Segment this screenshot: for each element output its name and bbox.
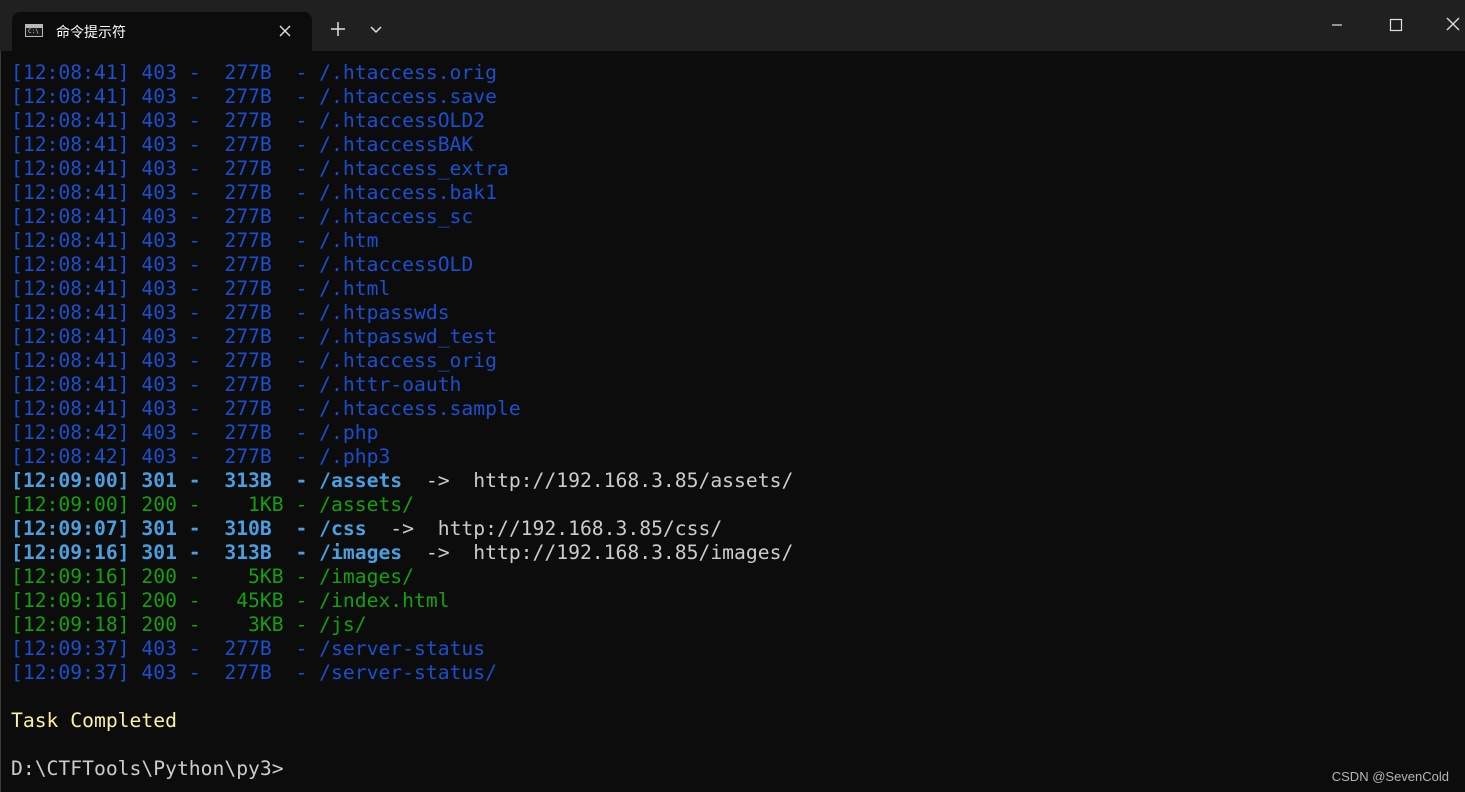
command-prompt[interactable]: D:\CTFTools\Python\py3> (11, 757, 284, 781)
log-line-text: [12:08:41] 403 - 277B - /.htpasswds (11, 301, 450, 324)
terminal-window: 命令提示符 (0, 0, 1465, 792)
log-line-403: [12:08:41] 403 - 277B - /.httr-oauth (11, 373, 461, 397)
log-line-text: [12:09:16] 200 - 45KB - /index.html (11, 589, 450, 612)
chevron-down-icon (370, 26, 382, 34)
log-line-403: [12:08:41] 403 - 277B - /.htpasswd_test (11, 325, 497, 349)
log-line-text: [12:08:41] 403 - 277B - /.htaccess.save (11, 85, 497, 108)
log-line-301: [12:09:07] 301 - 310B - /css -> http://1… (11, 517, 722, 541)
log-line-200: [12:09:16] 200 - 5KB - /images/ (11, 565, 414, 589)
log-line-403: [12:08:41] 403 - 277B - /.htaccessOLD (11, 253, 473, 277)
log-line-text: [12:08:41] 403 - 277B - /.htaccessOLD (11, 253, 474, 276)
log-line-text: [12:08:41] 403 - 277B - /.htaccess.bak1 (11, 181, 497, 204)
log-line-403: [12:08:41] 403 - 277B - /.htaccess_orig (11, 349, 497, 373)
log-line-200: [12:09:16] 200 - 45KB - /index.html (11, 589, 450, 613)
log-line-403: [12:08:41] 403 - 277B - /.htaccessOLD2 (11, 109, 485, 133)
log-line-text: [12:08:42] 403 - 277B - /.php (11, 421, 379, 444)
log-line-301: [12:09:00] 301 - 313B - /assets -> http:… (11, 469, 793, 493)
log-line-text: [12:08:41] 403 - 277B - /.htaccess.sampl… (11, 397, 521, 420)
tab-close-button[interactable] (274, 20, 296, 42)
close-icon (279, 25, 291, 37)
log-line-text: [12:08:41] 403 - 277B - /.htaccessBAK (11, 133, 474, 156)
log-line-text: [12:08:41] 403 - 277B - /.htpasswd_test (11, 325, 497, 348)
plus-icon (331, 22, 345, 36)
log-line-text: [12:09:00] 301 - 313B - /assets (11, 469, 403, 492)
log-line-text: [12:08:41] 403 - 277B - /.htaccess.orig (11, 61, 497, 84)
log-line-403: [12:08:41] 403 - 277B - /.htaccess.bak1 (11, 181, 497, 205)
tab-dropdown-button[interactable] (364, 17, 388, 41)
log-line-403: [12:09:37] 403 - 277B - /server-status (11, 637, 485, 661)
log-line-text: [12:09:16] 301 - 313B - /images (11, 541, 403, 564)
log-line-403: [12:08:41] 403 - 277B - /.htaccess.orig (11, 61, 497, 85)
title-bar[interactable]: 命令提示符 (0, 0, 1465, 51)
log-line-403: [12:08:41] 403 - 277B - /.htaccessBAK (11, 133, 473, 157)
terminal-icon (25, 24, 43, 37)
log-line-text: [12:09:18] 200 - 3KB - /js/ (11, 613, 367, 636)
redirect-target: -> http://192.168.3.85/images/ (402, 541, 794, 564)
log-line-403: [12:08:41] 403 - 277B - /.html (11, 277, 390, 301)
log-line-text: [12:09:37] 403 - 277B - /server-status (11, 637, 486, 660)
close-icon (1446, 17, 1460, 31)
log-line-301: [12:09:16] 301 - 313B - /images -> http:… (11, 541, 793, 565)
log-line-403: [12:08:41] 403 - 277B - /.htpasswds (11, 301, 450, 325)
log-line-403: [12:08:42] 403 - 277B - /.php (11, 421, 378, 445)
log-line-403: [12:08:41] 403 - 277B - /.htaccess.save (11, 85, 497, 109)
log-line-403: [12:08:41] 403 - 277B - /.htaccess_sc (11, 205, 473, 229)
log-line-403: [12:09:37] 403 - 277B - /server-status/ (11, 661, 497, 685)
tab-command-prompt[interactable]: 命令提示符 (12, 12, 312, 51)
watermark: CSDN @SevenCold (1331, 769, 1449, 784)
log-line-403: [12:08:41] 403 - 277B - /.htaccess.sampl… (11, 397, 521, 421)
log-line-text: [12:09:00] 200 - 1KB - /assets/ (11, 493, 414, 516)
minimize-button[interactable] (1319, 8, 1355, 42)
redirect-target: -> http://192.168.3.85/assets/ (402, 469, 794, 492)
maximize-button[interactable] (1378, 8, 1414, 42)
log-line-text: [12:08:42] 403 - 277B - /.php3 (11, 445, 391, 468)
log-line-text: [12:09:37] 403 - 277B - /server-status/ (11, 661, 497, 684)
new-tab-button[interactable] (326, 17, 350, 41)
log-line-text: [12:08:41] 403 - 277B - /.htaccessOLD2 (11, 109, 486, 132)
log-line-403: [12:08:42] 403 - 277B - /.php3 (11, 445, 390, 469)
minimize-icon (1332, 24, 1342, 26)
log-line-text: [12:08:41] 403 - 277B - /.html (11, 277, 391, 300)
terminal-output[interactable]: Task Completed D:\CTFTools\Python\py3> [… (0, 51, 1465, 792)
log-line-403: [12:08:41] 403 - 277B - /.htaccess_extra (11, 157, 509, 181)
log-line-text: [12:08:41] 403 - 277B - /.htm (11, 229, 379, 252)
task-completed-text: Task Completed (11, 709, 177, 732)
log-line-text: [12:08:41] 403 - 277B - /.httr-oauth (11, 373, 462, 396)
log-line-text: [12:09:16] 200 - 5KB - /images/ (11, 565, 414, 588)
maximize-icon (1389, 18, 1403, 32)
log-line-text: [12:08:41] 403 - 277B - /.htaccess_sc (11, 205, 474, 228)
log-line-403: [12:08:41] 403 - 277B - /.htm (11, 229, 378, 253)
log-line-text: [12:08:41] 403 - 277B - /.htaccess_extra (11, 157, 509, 180)
log-line-text: [12:08:41] 403 - 277B - /.htaccess_orig (11, 349, 497, 372)
tab-title: 命令提示符 (56, 25, 126, 41)
log-line-text: [12:09:07] 301 - 310B - /css (11, 517, 367, 540)
log-line-200: [12:09:18] 200 - 3KB - /js/ (11, 613, 367, 637)
redirect-target: -> http://192.168.3.85/css/ (366, 517, 723, 540)
log-line-200: [12:09:00] 200 - 1KB - /assets/ (11, 493, 414, 517)
close-window-button[interactable] (1436, 8, 1465, 42)
